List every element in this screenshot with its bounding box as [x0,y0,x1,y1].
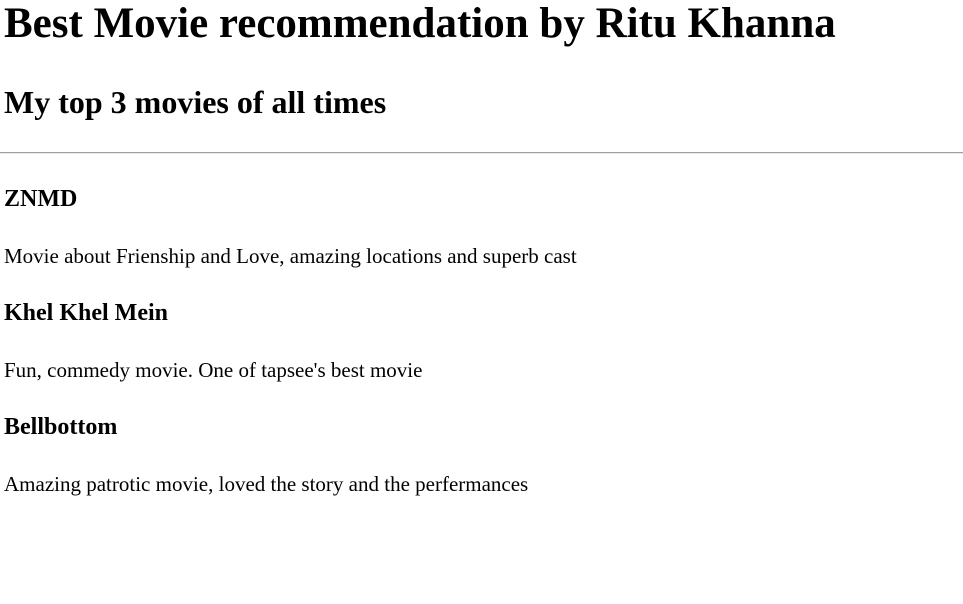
page-title: Best Movie recommendation by Ritu Khanna [4,0,836,47]
movie-description: Amazing patrotic movie, loved the story … [4,472,529,496]
page-subtitle: My top 3 movies of all times [4,84,387,120]
movie-description: Movie about Frienship and Love, amazing … [4,244,577,268]
movie-item: Bellbottom Amazing patrotic movie, loved… [4,412,959,497]
movie-item: ZNMD Movie about Frienship and Love, ama… [4,184,959,269]
movie-title: ZNMD [4,186,78,212]
movie-item: Khel Khel Mein Fun, commedy movie. One o… [4,298,959,383]
movie-list: ZNMD Movie about Frienship and Love, ama… [4,184,959,497]
movie-title: Bellbottom [4,414,118,440]
movie-description: Fun, commedy movie. One of tapsee's best… [4,358,423,382]
page-content: Best Movie recommendation by Ritu Khanna… [0,0,963,497]
movie-title: Khel Khel Mein [4,300,168,326]
divider [0,152,963,154]
